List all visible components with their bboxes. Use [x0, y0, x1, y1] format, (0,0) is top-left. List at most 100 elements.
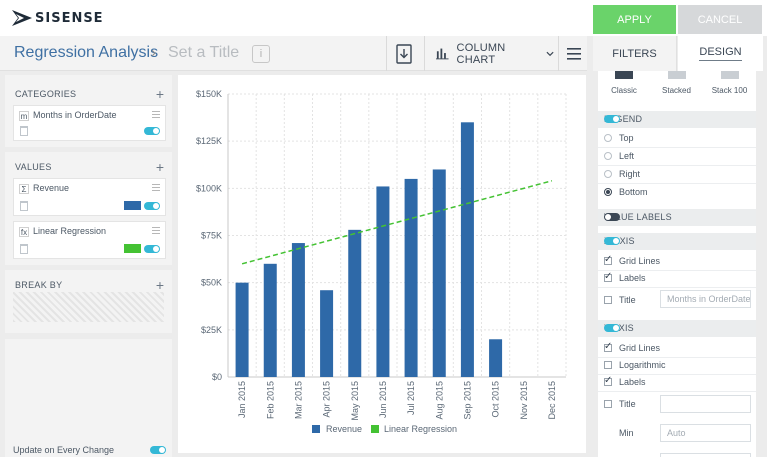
checkbox-checked-icon[interactable]: [604, 341, 612, 352]
tab-design-label: DESIGN: [699, 46, 742, 61]
revenue-bar: [291, 243, 305, 377]
values-section: VALUES + Σ Revenue fx Linear Regression: [5, 152, 172, 265]
add-break-by-icon[interactable]: +: [156, 278, 164, 292]
x-tick-label: Feb 2015: [265, 381, 275, 419]
x-tick-label: Dec 2015: [547, 381, 557, 420]
y-tick-label: $50K: [201, 278, 222, 288]
update-on-change-toggle[interactable]: [150, 446, 166, 454]
stack-100-style-icon: [720, 71, 739, 79]
x-axis-toggle[interactable]: [604, 237, 620, 245]
revenue-bar: [348, 229, 362, 377]
y-tick-label: $125K: [196, 136, 222, 146]
y-axis-grid-lines[interactable]: Grid Lines: [598, 341, 756, 357]
y-axis-min-input[interactable]: Auto: [660, 424, 751, 442]
style-classic[interactable]: Classic: [598, 71, 650, 101]
trash-icon[interactable]: [20, 126, 28, 136]
x-axis-grid-lines[interactable]: Grid Lines: [598, 254, 756, 270]
info-icon[interactable]: i: [252, 45, 270, 63]
cancel-button[interactable]: CANCEL: [678, 5, 762, 34]
radio-icon[interactable]: [604, 134, 612, 142]
legend-option-right[interactable]: Right: [598, 167, 756, 183]
y-axis-toggle[interactable]: [604, 324, 620, 332]
drag-handle-icon[interactable]: [152, 111, 160, 118]
y-axis-max-input[interactable]: [660, 453, 751, 457]
checkbox-checked-icon[interactable]: [604, 254, 612, 265]
checkbox-icon[interactable]: [604, 400, 612, 408]
legend-swatch-regression: [371, 425, 379, 433]
x-tick-label: Mar 2015: [293, 381, 303, 419]
drag-handle-icon[interactable]: [152, 227, 160, 234]
breadcrumb-separator-icon: ›: [151, 44, 156, 61]
widget-title[interactable]: Regression Analysis: [14, 44, 158, 62]
classic-style-icon: [615, 71, 633, 79]
y-axis-title: Title: [598, 394, 756, 416]
revenue-bar: [376, 186, 390, 377]
y-axis-labels[interactable]: Labels: [598, 375, 756, 391]
revenue-bar: [235, 282, 249, 377]
break-by-heading: BREAK BY: [15, 280, 63, 290]
trash-icon[interactable]: [20, 201, 28, 211]
tab-filters[interactable]: FILTERS: [593, 36, 677, 71]
radio-icon[interactable]: [604, 170, 612, 178]
value-item-linear-regression[interactable]: fx Linear Regression: [13, 221, 166, 259]
download-icon[interactable]: [392, 42, 416, 66]
panel-gutter: [587, 36, 593, 457]
x-axis-title-input[interactable]: Months in OrderDate: [660, 290, 751, 308]
y-axis-header: Y-AXIS: [598, 320, 756, 337]
revenue-bar: [263, 263, 277, 377]
value-item-label: Revenue: [33, 183, 70, 193]
checkbox-checked-icon[interactable]: [604, 271, 612, 282]
color-swatch[interactable]: [124, 201, 141, 210]
style-stacked[interactable]: Stacked: [650, 71, 703, 101]
break-by-drop-zone[interactable]: [13, 292, 164, 322]
y-tick-label: $75K: [201, 231, 222, 241]
radio-icon[interactable]: [604, 152, 612, 160]
apply-button[interactable]: APPLY: [593, 5, 676, 34]
y-tick-label: $25K: [201, 325, 222, 335]
add-category-icon[interactable]: +: [156, 87, 164, 101]
y-axis-logarithmic[interactable]: Logarithmic: [598, 358, 756, 374]
widget-title-bar: Regression Analysis › Set a Title i COLU…: [0, 36, 587, 71]
hamburger-menu-icon[interactable]: [566, 47, 582, 61]
add-value-icon[interactable]: +: [156, 160, 164, 174]
style-stack-100[interactable]: Stack 100: [703, 71, 756, 101]
design-panel: Classic Stacked Stack 100 LEGEND Top Lef…: [598, 71, 756, 457]
legend-option-left[interactable]: Left: [598, 149, 756, 165]
legend-swatch-revenue: [312, 425, 320, 433]
color-swatch[interactable]: [124, 244, 141, 253]
divider: [598, 165, 756, 166]
panel-footer: Update on Every Change: [5, 339, 172, 457]
legend-label-revenue: Revenue: [326, 424, 362, 434]
legend-option-bottom[interactable]: Bottom: [598, 185, 756, 201]
dimension-icon: m: [19, 111, 29, 121]
x-axis-labels[interactable]: Labels: [598, 271, 756, 287]
x-tick-label: Aug 2015: [434, 381, 444, 420]
legend-toggle[interactable]: [604, 115, 620, 123]
value-labels-toggle[interactable]: [604, 213, 620, 221]
function-icon: fx: [19, 227, 29, 237]
category-item[interactable]: m Months in OrderDate: [13, 105, 166, 141]
sum-icon: Σ: [19, 184, 29, 194]
trash-icon[interactable]: [20, 244, 28, 254]
checkbox-icon[interactable]: [604, 296, 612, 304]
value-toggle[interactable]: [144, 202, 160, 210]
drag-handle-icon[interactable]: [152, 184, 160, 191]
title-input[interactable]: Set a Title: [168, 44, 239, 62]
stacked-style-icon: [667, 71, 686, 79]
categories-section: CATEGORIES + m Months in OrderDate: [5, 75, 172, 147]
tab-design[interactable]: DESIGN: [678, 36, 763, 71]
y-axis-title-input[interactable]: [660, 395, 751, 413]
radio-selected-icon[interactable]: [604, 188, 612, 196]
checkbox-checked-icon[interactable]: [604, 375, 612, 386]
checkbox-icon[interactable]: [604, 361, 612, 369]
value-toggle[interactable]: [144, 245, 160, 253]
x-axis-title: Title Months in OrderDate: [598, 290, 756, 312]
category-toggle[interactable]: [144, 127, 160, 135]
value-item-revenue[interactable]: Σ Revenue: [13, 178, 166, 216]
break-by-section: BREAK BY +: [5, 270, 172, 333]
x-tick-label: Oct 2015: [491, 381, 501, 418]
legend-option-top[interactable]: Top: [598, 131, 756, 147]
revenue-bar: [432, 169, 446, 377]
data-panel: CATEGORIES + m Months in OrderDate VALUE…: [5, 75, 172, 457]
chart-type-dropdown[interactable]: COLUMN CHART: [432, 36, 554, 71]
